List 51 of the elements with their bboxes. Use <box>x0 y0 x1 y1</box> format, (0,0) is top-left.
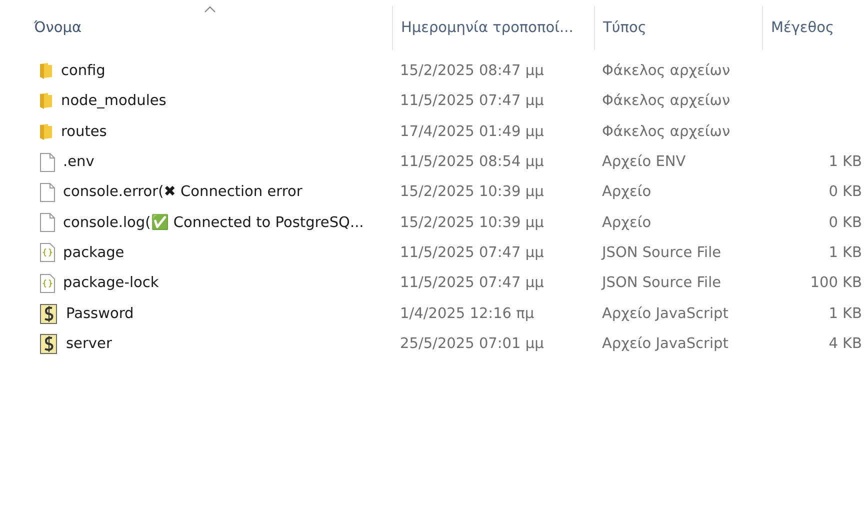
file-type: Αρχείο ENV <box>601 154 687 170</box>
date-modified: 11/5/2025 07:47 μμ <box>399 244 545 261</box>
file-name[interactable]: node_modules <box>61 93 166 110</box>
folder-icon <box>40 63 53 80</box>
file-type: Αρχείο <box>601 184 652 200</box>
date-modified: 15/2/2025 10:39 μμ <box>399 184 545 200</box>
column-header[interactable]: Τύπος <box>594 6 762 50</box>
file-type: JSON Source File <box>600 275 722 292</box>
script-file-icon <box>40 304 58 324</box>
file-type: Αρχείο JavaScript <box>601 306 730 322</box>
date-modified: 1/4/2025 12:16 πμ <box>399 306 536 322</box>
date-modified: 15/2/2025 10:39 μμ <box>399 214 545 231</box>
json-file-icon <box>40 243 55 262</box>
file-name[interactable]: package <box>63 244 124 261</box>
file-type: Αρχείο <box>601 214 652 231</box>
file-icon <box>40 213 55 232</box>
file-name[interactable]: config <box>61 63 106 80</box>
date-modified: 11/5/2025 07:47 μμ <box>399 275 545 292</box>
column-header[interactable]: Μέγεθος <box>762 6 865 50</box>
column-header[interactable]: Όνομα <box>0 6 392 50</box>
file-type: Φάκελος αρχείων <box>601 63 732 80</box>
date-modified: 15/2/2025 08:47 μμ <box>399 63 545 80</box>
column-header[interactable]: Ημερομηνία τροποποί... <box>392 6 594 50</box>
script-file-icon <box>40 334 58 354</box>
file-name[interactable]: Password <box>66 306 134 322</box>
file-icon <box>40 152 55 172</box>
file-name[interactable]: server <box>66 336 112 352</box>
file-name[interactable]: console.log(✅ Connected to PostgreSQ... <box>63 214 364 232</box>
file-name[interactable]: .env <box>63 154 94 170</box>
json-file-icon <box>40 274 55 293</box>
file-size: 100 KB <box>810 275 862 292</box>
file-type: Φάκελος αρχείων <box>601 93 732 110</box>
file-type: Φάκελος αρχείων <box>601 124 732 140</box>
file-size: 0 KB <box>828 214 862 231</box>
file-icon <box>40 182 55 202</box>
folder-icon <box>40 93 53 110</box>
file-name[interactable]: package-lock <box>63 275 159 292</box>
file-size: 1 KB <box>828 244 862 261</box>
folder-icon <box>40 124 53 140</box>
file-type: JSON Source File <box>600 244 722 261</box>
date-modified: 11/5/2025 07:47 μμ <box>399 93 545 110</box>
date-modified: 17/4/2025 01:49 μμ <box>399 124 545 140</box>
file-size: 0 KB <box>828 184 862 200</box>
date-modified: 25/5/2025 07:01 μμ <box>399 336 545 352</box>
file-name[interactable]: routes <box>61 124 107 140</box>
file-size: 4 KB <box>828 336 862 352</box>
file-size: 1 KB <box>828 154 862 170</box>
file-size: 1 KB <box>828 306 862 322</box>
file-type: Αρχείο JavaScript <box>601 336 730 352</box>
date-modified: 11/5/2025 08:54 μμ <box>399 154 545 170</box>
file-name[interactable]: console.error(✖ Connection error <box>63 184 302 200</box>
